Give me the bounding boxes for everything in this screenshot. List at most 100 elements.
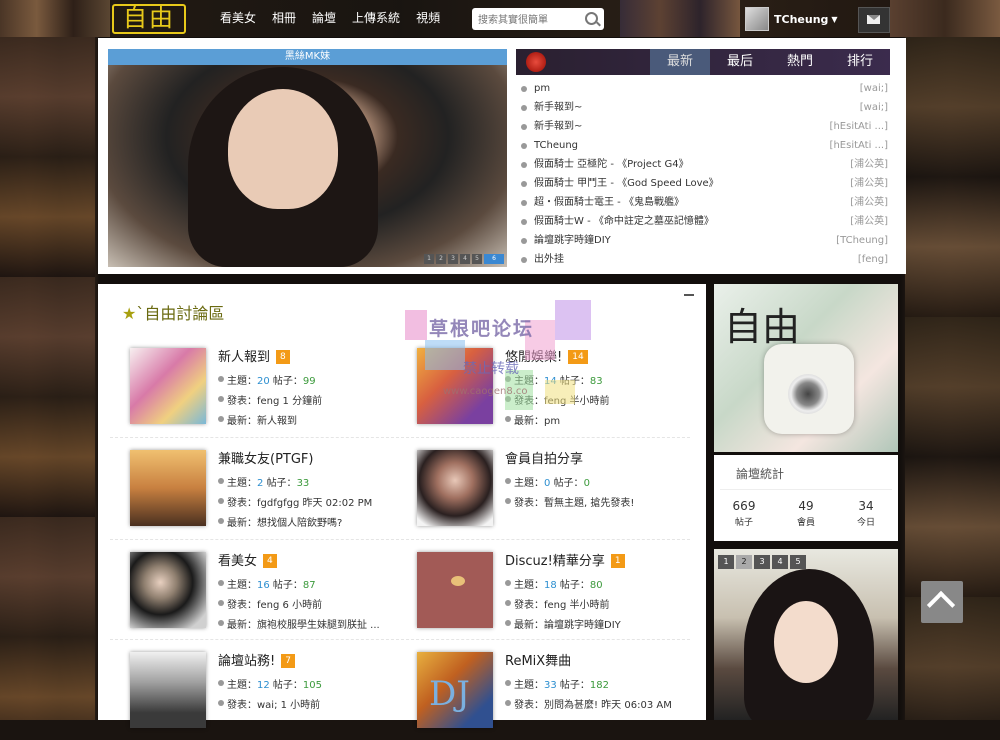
board-title[interactable]: ReMiX舞曲 (505, 654, 571, 669)
list-item[interactable]: 出外挂 [feng] (516, 250, 890, 269)
tab-last[interactable]: 最后 (710, 49, 770, 75)
featured-slideshow[interactable]: 黑絲MK妹 1 2 3 4 5 6 (108, 49, 507, 267)
board-title[interactable]: 新人報到 (218, 350, 270, 365)
latest-list: pm [wai;] 新手報到~ [wai;] 新手報到~ [hEsitAti ...]… (516, 79, 890, 269)
new-count-badge: 4 (263, 554, 277, 568)
slide-page[interactable]: 5 (472, 254, 482, 264)
gallery-page[interactable]: 3 (754, 555, 770, 569)
board-card[interactable]: DJ ReMiX舞曲 主題：33 帖子：182 發表：別問為甚麼! 昨天 06:… (405, 640, 685, 740)
board-card[interactable]: 論壇站務! 7 主題：12 帖子：105 發表：wai; 1 小時前 (118, 640, 398, 740)
avatar[interactable] (745, 7, 769, 31)
tab-hot[interactable]: 熱門 (770, 49, 830, 75)
forum-stats: 論壇統計 669 帖子 49 會員 34 今日 (714, 455, 898, 541)
board-latest: 最新：想找個人陪飲野嗎? (218, 514, 342, 529)
board-stats: 主題：18 帖子：80 (505, 576, 603, 591)
gallery-page[interactable]: 5 (790, 555, 806, 569)
user-menu[interactable]: TCheung ▼ (745, 7, 838, 31)
board-card[interactable]: 悠閒娛樂! 14 主題：14 帖子：83 發表：feng 半小時前 最新：pm (405, 336, 685, 436)
board-title[interactable]: 會員自拍分享 (505, 452, 583, 467)
board-last-post: 發表：別問為甚麼! 昨天 06:03 AM (505, 696, 672, 711)
board-thumbnail[interactable] (417, 348, 493, 424)
new-count-badge: 8 (276, 350, 290, 364)
search-box (472, 8, 604, 31)
slide-caption: 黑絲MK妹 (108, 49, 507, 65)
board-thumbnail[interactable] (130, 450, 206, 526)
nav-item-forum[interactable]: 論壇 (304, 0, 344, 37)
gallery-page[interactable]: 4 (772, 555, 788, 569)
board-thumbnail[interactable] (417, 450, 493, 526)
search-input[interactable] (476, 9, 580, 31)
list-item[interactable]: 假面騎士 甲鬥王 - 《God Speed Love》 [浦公英] (516, 174, 890, 193)
board-stats: 主題：16 帖子：87 (218, 576, 316, 591)
star-icon: ★ (122, 304, 137, 323)
new-count-badge: 1 (610, 554, 625, 568)
board-last-post: 發表：wai; 1 小時前 (218, 696, 320, 711)
board-card[interactable]: 會員自拍分享 主題：0 帖子：0 發表：暫無主題, 搶先發表! (405, 438, 685, 538)
username[interactable]: TCheung (774, 13, 828, 26)
sidebar-logo: 自由 (724, 305, 801, 349)
board-thumbnail[interactable] (417, 552, 493, 628)
nav-item-video[interactable]: 視頻 (408, 0, 448, 37)
board-stats: 主題：12 帖子：105 (218, 676, 322, 691)
board-thumbnail[interactable] (130, 552, 206, 628)
gallery-page-active[interactable]: 2 (736, 555, 752, 569)
list-item[interactable]: 假面騎士 亞極陀 - 《Project G4》 [浦公英] (516, 155, 890, 174)
board-stats: 主題：2 帖子：33 (218, 474, 309, 489)
board-last-post: 發表：feng 半小時前 (505, 392, 610, 407)
list-item[interactable]: pm [wai;] (516, 79, 890, 98)
gallery-page[interactable]: 1 (718, 555, 734, 569)
list-item[interactable]: 超・假面騎士電王 - 《鬼島戰艦》 [浦公英] (516, 193, 890, 212)
slide-page-active[interactable]: 6 (484, 254, 504, 264)
board-stats: 主題：0 帖子：0 (505, 474, 590, 489)
list-item[interactable]: TCheung [hEsitAti ...] (516, 136, 890, 155)
board-latest: 最新：論壇跳字時鐘DIY (505, 616, 621, 631)
list-item[interactable]: 論壇跳字時鐘DIY [TCheung] (516, 231, 890, 250)
mail-icon[interactable] (858, 7, 890, 33)
slide-page[interactable]: 1 (424, 254, 434, 264)
latest-posts: 最新 最后 熱門 排行 pm [wai;] 新手報到~ [wai;] 新手報到~ [h… (516, 49, 890, 269)
board-card[interactable]: Discuz!精華分享 1 主題：18 帖子：80 發表：feng 半小時前 最新… (405, 540, 685, 640)
stat-today: 34 今日 (856, 499, 875, 528)
sidebar-gallery[interactable]: 1 2 3 4 5 (714, 549, 898, 720)
search-icon[interactable] (585, 12, 598, 25)
board-card[interactable]: 兼職女友(PTGF) 主題：2 帖子：33 發表：fgdfgfgg 昨天 02:… (118, 438, 398, 538)
list-item[interactable]: 假面騎士W - 《命中註定之墓巫記憶體》 [浦公英] (516, 212, 890, 231)
site-logo[interactable]: 自由 (112, 4, 186, 34)
back-to-top-button[interactable] (921, 581, 963, 623)
slide-page[interactable]: 2 (436, 254, 446, 264)
board-title[interactable]: 兼職女友(PTGF) (218, 452, 313, 467)
board-stats: 主題：20 帖子：99 (218, 372, 316, 387)
list-item[interactable]: 新手報到~ [hEsitAti ...] (516, 117, 890, 136)
slide-page[interactable]: 4 (460, 254, 470, 264)
board-title[interactable]: 論壇站務! (218, 654, 275, 669)
board-thumbnail[interactable] (130, 652, 206, 728)
forum-section: ★`自由討論區 新人報到 8 主題：20 帖子：99 發表：feng 1 分鐘前 … (98, 284, 706, 728)
sidebar-banner[interactable]: 自由 (714, 284, 898, 452)
list-item[interactable]: 新手報到~ [wai;] (516, 98, 890, 117)
slide-page[interactable]: 3 (448, 254, 458, 264)
board-title[interactable]: Discuz!精華分享 (505, 554, 605, 569)
latest-tabs: 最新 最后 熱門 排行 (516, 49, 890, 75)
board-stats: 主題：14 帖子：83 (505, 372, 603, 387)
board-last-post: 發表：feng 6 小時前 (218, 596, 322, 611)
collapse-icon[interactable] (684, 294, 694, 296)
nav-item-girls[interactable]: 看美女 (212, 0, 264, 37)
section-title[interactable]: ★`自由討論區 (122, 300, 224, 324)
tab-newest[interactable]: 最新 (650, 49, 710, 75)
board-thumbnail[interactable]: DJ (417, 652, 493, 728)
chevron-down-icon[interactable]: ▼ (831, 15, 837, 24)
board-card[interactable]: 新人報到 8 主題：20 帖子：99 發表：feng 1 分鐘前 最新：新人報到 (118, 336, 398, 436)
nav-item-album[interactable]: 相冊 (264, 0, 304, 37)
board-card[interactable]: 看美女 4 主題：16 帖子：87 發表：feng 6 小時前 最新：旗袍校服學生… (118, 540, 398, 640)
stat-members: 49 會員 (796, 499, 815, 528)
board-latest: 最新：pm (505, 412, 560, 427)
board-latest: 最新：新人報到 (218, 412, 297, 427)
board-title[interactable]: 看美女 (218, 554, 257, 569)
tab-ranking[interactable]: 排行 (830, 49, 890, 75)
board-title[interactable]: 悠閒娛樂! (505, 350, 562, 365)
nav-item-upload[interactable]: 上傳系統 (344, 0, 408, 37)
board-last-post: 發表：feng 半小時前 (505, 596, 610, 611)
board-last-post: 發表：fgdfgfgg 昨天 02:02 PM (218, 494, 372, 509)
board-thumbnail[interactable] (130, 348, 206, 424)
featured-panel: 黑絲MK妹 1 2 3 4 5 6 最新 最后 熱門 排行 pm [wai;] 新… (98, 38, 906, 274)
